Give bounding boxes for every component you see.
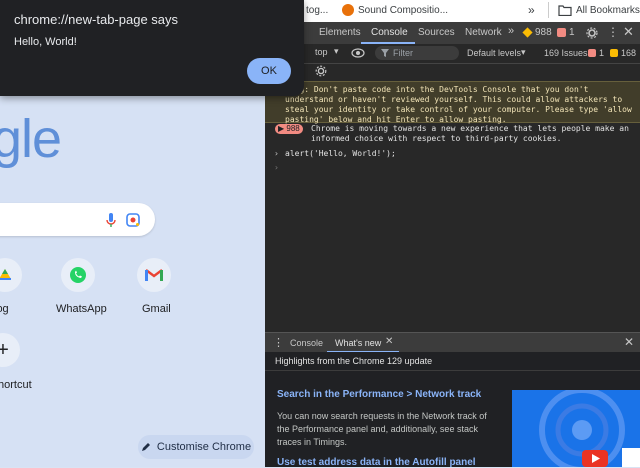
gear-icon[interactable] <box>315 65 327 77</box>
gmail-icon <box>145 269 163 281</box>
shortcut-tile-whatsapp[interactable] <box>61 258 95 292</box>
error-icon <box>588 49 596 57</box>
highlights-row: Highlights from the Chrome 129 update <box>265 352 640 371</box>
tab-console[interactable]: Console <box>371 27 408 38</box>
more-tabs-button[interactable]: » <box>508 25 514 37</box>
message-line: informed choice with respect to third-pa… <box>311 134 562 143</box>
issues-link[interactable]: 169 Issues: <box>544 48 590 58</box>
chrome-devtools-graphic <box>539 390 640 467</box>
microphone-icon[interactable] <box>102 211 120 229</box>
console-command-line: › alert('Hello, World!'); <box>265 148 640 160</box>
whats-new-heading[interactable]: Search in the Performance > Network trac… <box>277 389 481 400</box>
console-prompt[interactable]: › <box>265 162 640 174</box>
warning-icon <box>522 27 533 38</box>
tab-sources[interactable]: Sources <box>418 27 455 38</box>
bookmarks-bar: tog... Sound Compositio... » All Bookmar… <box>304 0 640 22</box>
chevron-down-icon: ▾ <box>334 46 339 56</box>
issues-error-count: 1 <box>599 48 605 58</box>
lens-icon[interactable] <box>124 211 142 229</box>
issue-count-badge[interactable]: ▶ 988 <box>275 124 303 134</box>
context-selector[interactable]: top <box>315 47 328 57</box>
highlights-text: Highlights from the Chrome 129 update <box>275 356 433 366</box>
warning-icon <box>610 49 618 57</box>
ok-button[interactable]: OK <box>247 58 291 84</box>
prompt-chevron-icon: › <box>274 163 279 172</box>
whats-new-heading[interactable]: Use test address data in the Autofill pa… <box>277 457 476 468</box>
pencil-icon <box>141 443 150 451</box>
console-issue-message: ▶ 988 Chrome is moving towards a new exp… <box>265 122 640 146</box>
google-logo: gle <box>0 109 62 169</box>
shortcut-label: log <box>0 303 9 315</box>
close-icon[interactable]: ✕ <box>623 24 634 40</box>
all-bookmarks-link[interactable]: All Bookmarks <box>576 5 640 16</box>
filter-input[interactable]: Filter <box>375 46 459 60</box>
search-input[interactable] <box>0 203 155 236</box>
whats-new-video-thumbnail[interactable] <box>512 390 640 467</box>
error-count[interactable]: 1 <box>569 27 575 38</box>
bookmark-item[interactable]: Sound Compositio... <box>358 5 448 16</box>
chevron-down-icon: ▾ <box>521 47 526 57</box>
drawer-tab-whats-new[interactable]: What's new <box>335 338 381 348</box>
whats-new-paragraph-line: You can now search requests in the Netwo… <box>277 411 487 421</box>
bookmarks-overflow-button[interactable]: » <box>528 3 535 17</box>
chevron-right-icon: › <box>274 149 279 158</box>
log-levels-dropdown[interactable]: Default levels <box>467 48 521 58</box>
drive-icon <box>0 269 11 280</box>
divider <box>548 2 549 18</box>
bookmark-item[interactable]: tog... <box>306 5 328 16</box>
close-icon[interactable]: ✕ <box>385 336 393 347</box>
shortcut-label: WhatsApp <box>56 303 107 315</box>
console-settings-row <box>265 63 640 79</box>
issues-warning-count: 168 <box>621 48 637 58</box>
plus-icon: + <box>0 338 9 361</box>
music-icon <box>342 4 354 16</box>
console-toolbar: top ▾ Filter Default levels ▾ 169 Issues… <box>265 44 640 64</box>
error-icon <box>557 28 566 37</box>
message-line: Chrome is moving towards a new experienc… <box>311 124 629 133</box>
filter-icon <box>381 49 389 57</box>
whats-new-paragraph-line: the Performance panel and, additionally,… <box>277 424 478 434</box>
eye-icon[interactable] <box>351 48 365 58</box>
alert-title: chrome://new-tab-page says <box>14 12 179 27</box>
customise-chrome-button[interactable]: Customise Chrome <box>138 435 254 459</box>
drawer-tab-console[interactable]: Console <box>290 338 323 348</box>
console-command: alert('Hello, World!'); <box>285 149 396 158</box>
whatsapp-icon <box>70 267 86 283</box>
whats-new-panel: Highlights from the Chrome 129 update Se… <box>265 352 640 468</box>
tab-network[interactable]: Network <box>465 27 502 38</box>
alert-message: Hello, World! <box>14 36 77 48</box>
issue-count-value: 988 <box>286 124 300 133</box>
shortcut-label: hortcut <box>0 379 32 391</box>
message-line: understand or haven't reviewed yourself.… <box>285 95 623 104</box>
message-line: steal your identity or take control of y… <box>285 105 632 114</box>
shortcut-label: Gmail <box>142 303 171 315</box>
drawer-tabbar: ⋮ Console What's new ✕ ✕ <box>265 332 640 353</box>
message-line: ning: Don't paste code into the DevTools… <box>285 85 589 94</box>
warning-count[interactable]: 988 <box>535 27 552 38</box>
folder-icon <box>558 5 572 16</box>
gear-icon[interactable] <box>586 27 598 39</box>
alert-dialog: chrome://new-tab-page says Hello, World!… <box>0 0 304 96</box>
whats-new-paragraph-line: traces in Timings. <box>277 437 348 447</box>
tab-elements[interactable]: Elements <box>319 27 361 38</box>
add-shortcut-tile[interactable]: + <box>0 333 20 367</box>
customise-chrome-label: Customise Chrome <box>156 441 252 453</box>
console-warning-message: ning: Don't paste code into the DevTools… <box>265 81 640 124</box>
kebab-menu-icon[interactable]: ⋮ <box>273 336 284 349</box>
close-icon[interactable]: ✕ <box>624 335 634 349</box>
filter-placeholder: Filter <box>393 48 413 58</box>
shortcut-tile-blog[interactable] <box>0 258 22 292</box>
shortcut-tile-gmail[interactable] <box>137 258 171 292</box>
kebab-menu-icon[interactable]: ⋮ <box>607 25 619 39</box>
devtools-tabbar: Elements Console Sources Network » 988 1… <box>265 22 640 44</box>
